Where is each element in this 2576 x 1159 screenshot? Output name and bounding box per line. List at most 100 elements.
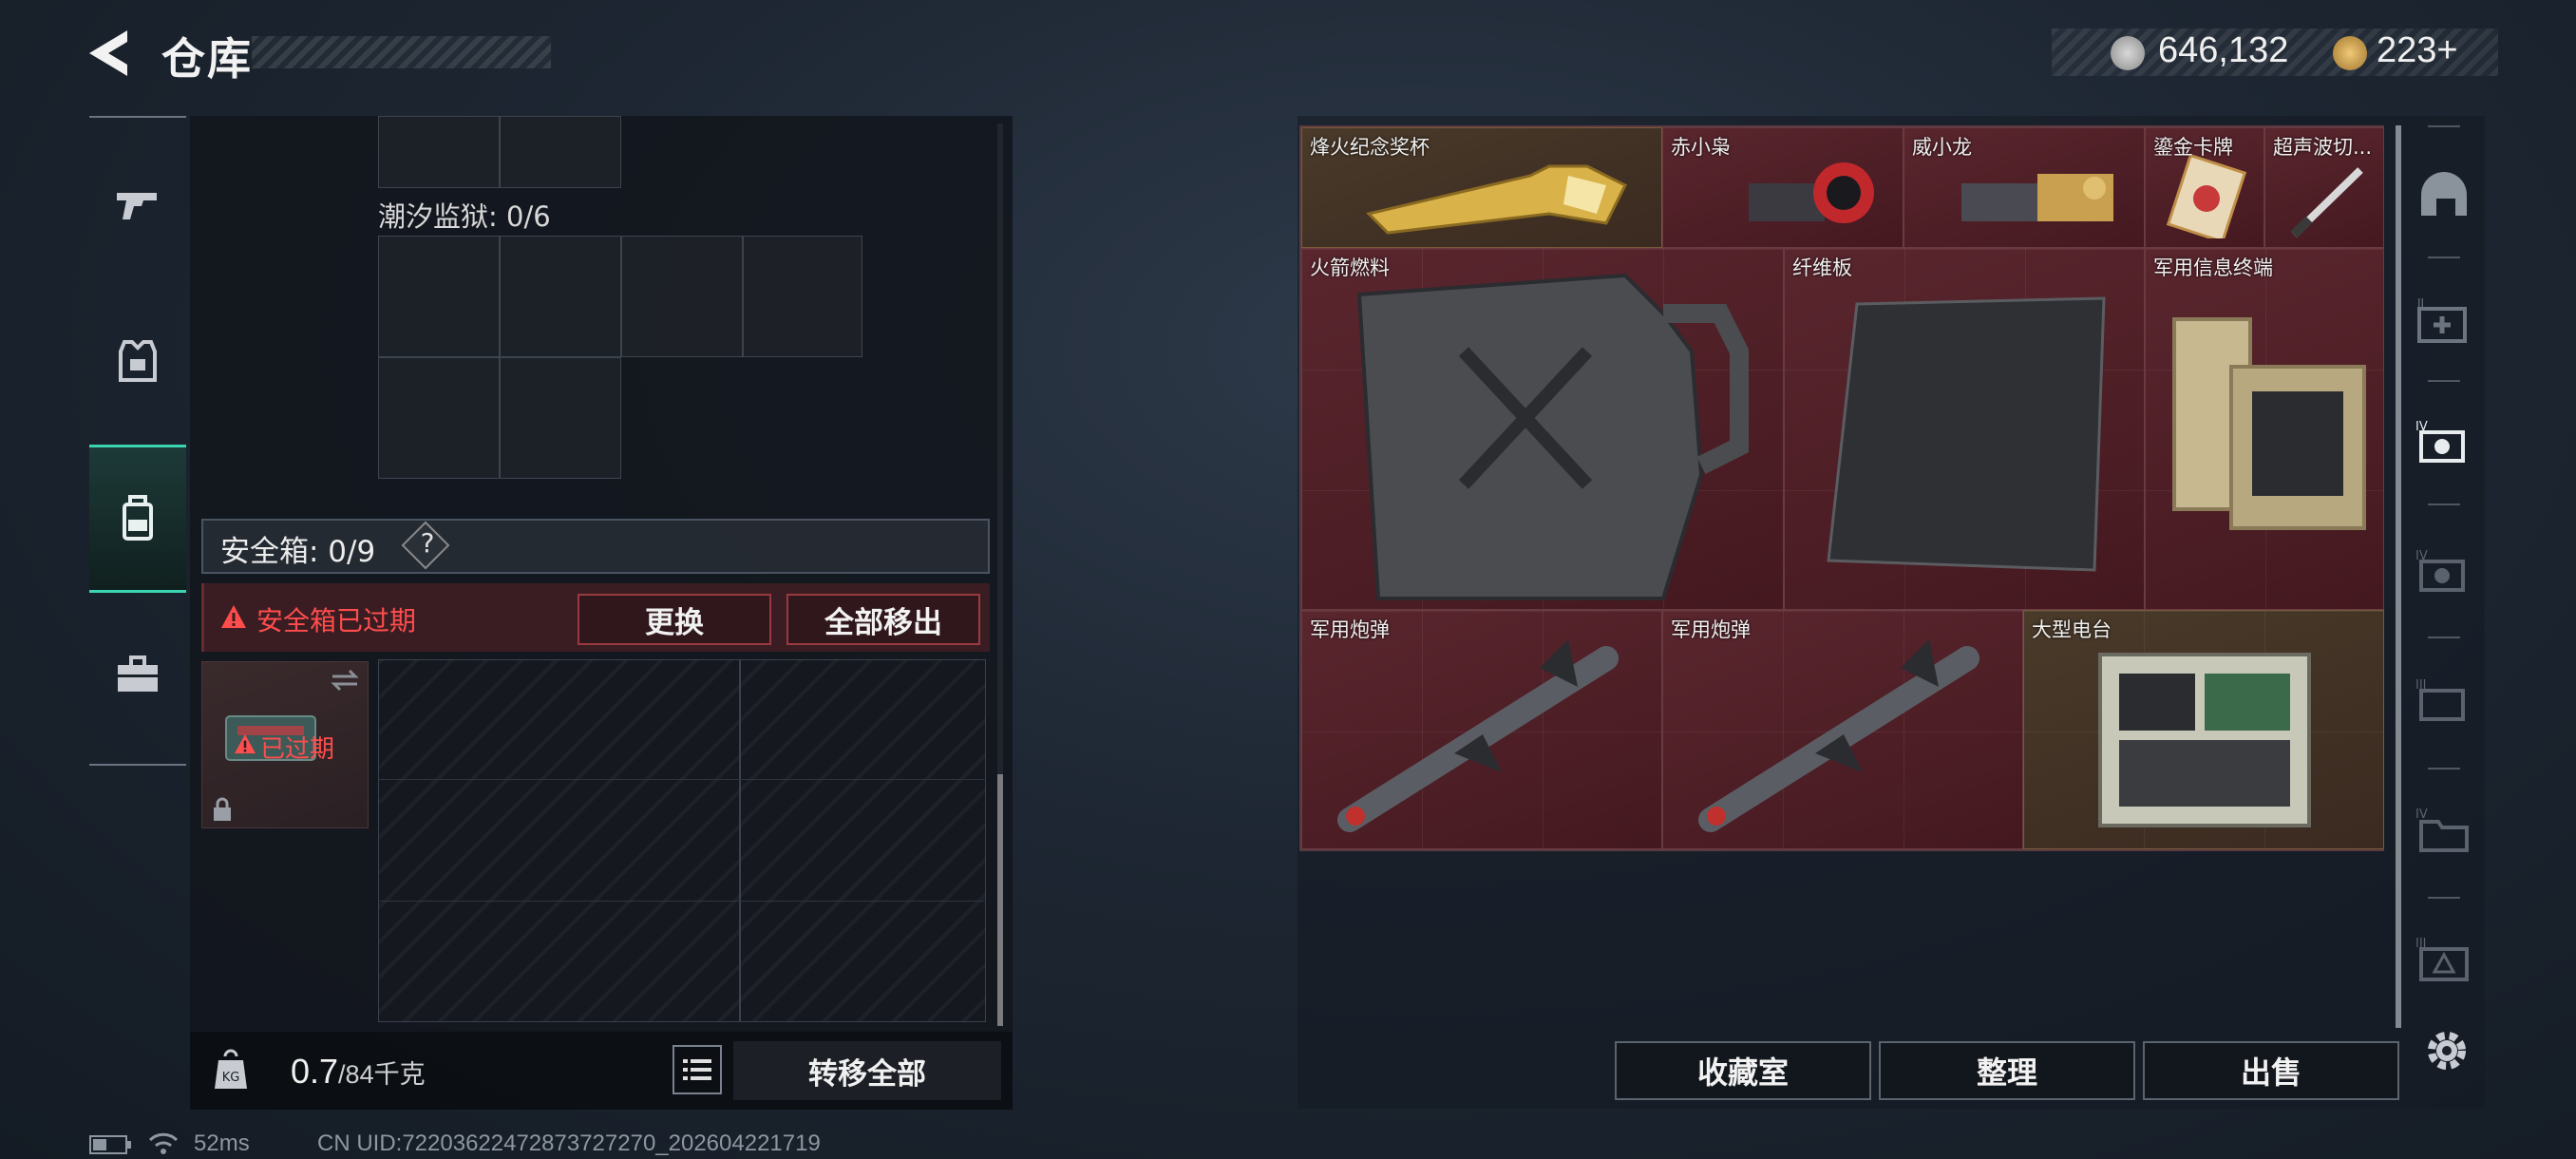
- stash-item-red-owl[interactable]: 赤小枭: [1662, 127, 1904, 248]
- weight-current: 0.7: [291, 1052, 339, 1091]
- container-slot[interactable]: [500, 236, 621, 357]
- tab-helmet[interactable]: [2401, 142, 2487, 247]
- tier-2-medkit-icon: II: [2417, 296, 2467, 343]
- rail-weapons[interactable]: [89, 133, 186, 276]
- user-id: CN UID:7220362247287372​7270_20260422171…: [317, 1130, 821, 1156]
- ping-readout: 52ms: [194, 1130, 250, 1156]
- gear-icon[interactable]: [2420, 1024, 2473, 1077]
- warning-icon: [235, 733, 256, 754]
- item-label: 军用炮弹: [1310, 618, 1390, 641]
- svg-text:IV: IV: [2415, 549, 2428, 563]
- container-slot[interactable]: [621, 236, 743, 357]
- gilded-card-icon: [2166, 153, 2247, 238]
- missile-icon: [1337, 639, 1619, 832]
- collection-room-button[interactable]: 收藏室: [1615, 1041, 1871, 1100]
- svg-text:KG: KG: [222, 1071, 240, 1085]
- tier-3-warning-icon: III: [2415, 937, 2469, 981]
- stash-item-rocket-fuel[interactable]: 火箭燃料: [1301, 248, 1784, 610]
- list-view-button[interactable]: [672, 1045, 722, 1094]
- svg-text:III: III: [2415, 678, 2427, 693]
- item-label: 军用炮弹: [1671, 618, 1751, 641]
- tab-divider: [2428, 380, 2460, 382]
- title-decoration: [252, 36, 551, 68]
- tab-tier4-folder[interactable]: IV: [2401, 779, 2487, 884]
- red-owl-figure-icon: [1749, 162, 1874, 223]
- list-icon: [683, 1059, 711, 1080]
- replace-button[interactable]: 更换: [578, 594, 771, 645]
- container-slot[interactable]: [378, 116, 500, 188]
- item-label: 烽火纪念奖杯: [1310, 136, 1430, 159]
- grid-divider: [739, 659, 741, 1022]
- item-label: 鎏金卡牌: [2153, 136, 2233, 159]
- tier-4-folder-icon: IV: [2415, 808, 2469, 852]
- grid-divider: [378, 779, 986, 780]
- container-slot[interactable]: [500, 116, 621, 188]
- gun-icon: [117, 193, 157, 219]
- fuel-canister-icon: [1356, 273, 1749, 600]
- radio-station-icon: [2098, 653, 2311, 827]
- item-label: 火箭燃料: [1310, 256, 1390, 279]
- stash-item-card[interactable]: 鎏金卡牌: [2145, 127, 2264, 248]
- container-slot[interactable]: [378, 236, 500, 357]
- item-label: 赤小枭: [1671, 136, 1731, 159]
- container-slot[interactable]: [378, 357, 500, 479]
- sell-button[interactable]: 出售: [2143, 1041, 2399, 1100]
- item-label: 超声波切...: [2273, 136, 2373, 159]
- tab-tier3-item[interactable]: III: [2401, 650, 2487, 754]
- sort-button[interactable]: 整理: [1879, 1041, 2135, 1100]
- tab-divider: [2428, 897, 2460, 899]
- stash-item-cutter[interactable]: 超声波切...: [2264, 127, 2384, 248]
- rail-armor[interactable]: [89, 290, 186, 432]
- stash-item-shell[interactable]: 军用炮弹: [1662, 610, 2023, 849]
- back-arrow-icon[interactable]: [85, 27, 133, 80]
- wifi-icon: [148, 1132, 179, 1154]
- carry-weight: 0.7/84千克: [291, 1052, 426, 1092]
- rail-case[interactable]: [89, 603, 186, 746]
- item-label: 威小龙: [1912, 136, 1972, 159]
- stash-item-shell[interactable]: 军用炮弹: [1301, 610, 1662, 849]
- helmet-icon: [2421, 172, 2467, 216]
- container-slot[interactable]: [743, 236, 862, 357]
- stash-item-radio[interactable]: 大型电台: [2023, 610, 2384, 849]
- transfer-all-button[interactable]: 转移全部: [733, 1041, 1001, 1100]
- tab-divider: [2428, 504, 2460, 505]
- ultrasonic-cutter-icon: [2290, 167, 2363, 238]
- stash-item-terminal[interactable]: 军用信息终端: [2145, 248, 2384, 610]
- expired-badge: 已过期: [260, 735, 335, 764]
- premium-currency-icon: [2333, 36, 2367, 70]
- item-label: 军用信息终端: [2153, 256, 2273, 279]
- item-label: 大型电台: [2032, 618, 2112, 641]
- remove-all-button[interactable]: 全部移出: [786, 594, 980, 645]
- stash-item-trophy[interactable]: 烽火纪念奖杯: [1301, 127, 1662, 248]
- tier-4-item-icon: IV: [2415, 549, 2465, 592]
- expired-warning-text: 安全箱已过期: [256, 605, 417, 636]
- briefcase-icon: [118, 656, 158, 692]
- premium-balance[interactable]: 223+: [2377, 30, 2458, 71]
- warning-icon: [221, 605, 246, 628]
- stash-item-fiber-board[interactable]: 纤维板: [1784, 248, 2145, 610]
- safe-box-grid[interactable]: [378, 659, 986, 1022]
- container-slot[interactable]: [500, 357, 621, 479]
- swap-icon[interactable]: [329, 669, 361, 692]
- svg-text:II: II: [2417, 296, 2424, 310]
- tab-tier3-warning[interactable]: III: [2401, 908, 2487, 1013]
- tab-tier4-device-active[interactable]: IV: [2401, 391, 2487, 496]
- backpack-icon: [123, 495, 153, 541]
- item-label: 纤维板: [1792, 256, 1852, 279]
- stash-item-dragon[interactable]: 威小龙: [1904, 127, 2145, 248]
- inventory-scroll-thumb[interactable]: [997, 774, 1003, 1026]
- military-terminal-icon: [2172, 317, 2366, 530]
- weight-max: /84千克: [338, 1060, 426, 1089]
- tab-tier4-device[interactable]: IV: [2401, 521, 2487, 625]
- fiber-board-icon: [1827, 296, 2106, 572]
- tier-4-item-icon: IV: [2415, 420, 2465, 463]
- rail-backpack[interactable]: [89, 445, 186, 593]
- tab-divider: [2428, 125, 2460, 127]
- tier-3-item-icon: III: [2415, 678, 2465, 721]
- weight-icon: KG: [215, 1049, 247, 1089]
- tab-tier2-medkit[interactable]: II: [2401, 268, 2487, 372]
- tab-divider: [2428, 768, 2460, 770]
- page-title: 仓库: [161, 33, 253, 85]
- battery-icon: [89, 1135, 131, 1154]
- help-glyph: ?: [420, 527, 435, 559]
